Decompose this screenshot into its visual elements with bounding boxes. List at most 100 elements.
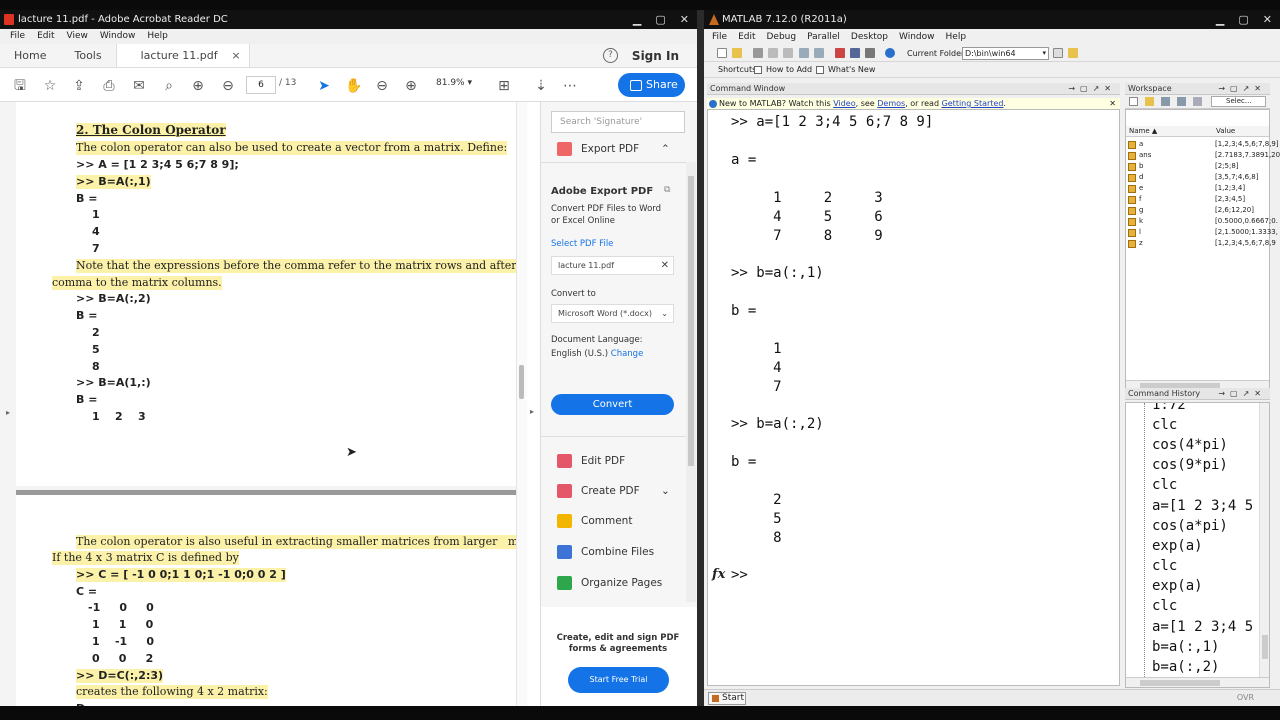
tool-organize-pages[interactable]: Organize Pages bbox=[557, 575, 662, 591]
search-icon[interactable]: ⌕ bbox=[161, 78, 177, 94]
help-icon[interactable]: ? bbox=[602, 48, 618, 63]
select-cursor-icon[interactable]: ➤ bbox=[316, 78, 332, 94]
tab-close-icon[interactable]: × bbox=[231, 44, 240, 68]
tool-combine-files[interactable]: Combine Files bbox=[557, 544, 654, 560]
menu-view[interactable]: View bbox=[67, 29, 88, 44]
save-icon[interactable]: 🖫 bbox=[12, 78, 28, 94]
plot-selector[interactable]: Selec... bbox=[1211, 96, 1266, 107]
menu-file[interactable]: File bbox=[712, 29, 727, 45]
history-item[interactable]: 1:72 bbox=[1152, 403, 1186, 413]
guide-icon[interactable] bbox=[850, 48, 860, 58]
collapse-left-icon[interactable]: ▸ bbox=[6, 408, 10, 417]
history-item[interactable]: a=[1 2 3;4 5 bbox=[1152, 498, 1253, 514]
menu-window[interactable]: Window bbox=[899, 29, 935, 45]
menu-help[interactable]: Help bbox=[147, 29, 168, 44]
tab-home[interactable]: Home bbox=[0, 44, 60, 67]
more-tools-icon[interactable]: ⋯ bbox=[562, 78, 578, 94]
panel-scrollbar-thumb[interactable] bbox=[688, 176, 694, 466]
history-item[interactable]: clc bbox=[1152, 477, 1177, 493]
fit-page-icon[interactable]: ⊞ bbox=[496, 78, 512, 94]
open-folder-icon[interactable] bbox=[732, 48, 742, 58]
cut-icon[interactable] bbox=[753, 48, 763, 58]
add-shortcut-icon[interactable] bbox=[754, 66, 762, 74]
hand-tool-icon[interactable]: ✋ bbox=[345, 78, 362, 94]
share-button[interactable]: Share bbox=[618, 73, 685, 97]
save-workspace-icon[interactable] bbox=[1177, 97, 1186, 106]
close-icon[interactable]: ✕ bbox=[680, 10, 689, 29]
function-browser-icon[interactable]: fx bbox=[712, 567, 725, 582]
redo-icon[interactable] bbox=[814, 48, 824, 58]
browse-button[interactable] bbox=[1053, 48, 1063, 58]
current-folder-input[interactable]: D:\bin\win64 ▾ bbox=[962, 47, 1049, 60]
history-item[interactable]: exp(a) bbox=[1152, 578, 1203, 594]
command-window[interactable]: >> a=[1 2 3;4 5 6;7 8 9] a = 1 2 3 4 5 6… bbox=[707, 109, 1120, 686]
history-item[interactable]: b=a(:,1) bbox=[1152, 639, 1219, 655]
history-item[interactable]: clc bbox=[1152, 558, 1177, 574]
tool-create-pdf[interactable]: Create PDF ⌄ bbox=[557, 483, 670, 499]
history-vscrollbar[interactable] bbox=[1259, 403, 1269, 677]
upload-icon[interactable]: ⇪ bbox=[71, 78, 87, 94]
sign-in-button[interactable]: Sign In bbox=[632, 49, 679, 63]
history-item[interactable]: exp(a) bbox=[1152, 538, 1203, 554]
format-select[interactable]: Microsoft Word (*.docx) ⌄ bbox=[551, 304, 674, 323]
cmd-prompt[interactable]: >> bbox=[731, 567, 748, 583]
undo-icon[interactable] bbox=[799, 48, 809, 58]
document-view[interactable]: 2. The Colon Operator The colon operator… bbox=[0, 102, 527, 706]
value-column-header[interactable]: Value bbox=[1216, 126, 1235, 137]
close-icon[interactable]: ✕ bbox=[1263, 10, 1272, 29]
profiler-icon[interactable] bbox=[865, 48, 875, 58]
selected-file-field[interactable]: lacture 11.pdf ✕ bbox=[551, 256, 674, 275]
help-icon[interactable] bbox=[885, 48, 895, 58]
history-item[interactable]: cos(4*pi) bbox=[1152, 437, 1228, 453]
history-item[interactable]: cos(a*pi) bbox=[1152, 518, 1228, 534]
tab-tools[interactable]: Tools bbox=[60, 44, 115, 67]
folder-up-icon[interactable] bbox=[1068, 48, 1078, 58]
email-icon[interactable]: ✉ bbox=[131, 78, 147, 94]
zoom-out-icon[interactable]: ⊖ bbox=[374, 78, 390, 94]
history-item[interactable]: b=a(:,2) bbox=[1152, 659, 1219, 675]
print-icon[interactable]: ⎙ bbox=[101, 78, 117, 94]
panel-scrollbar[interactable] bbox=[686, 162, 696, 602]
menu-window[interactable]: Window bbox=[100, 29, 136, 44]
panel-controls[interactable]: →▢↗✕ bbox=[1218, 388, 1266, 400]
tab-document[interactable]: lacture 11.pdf × bbox=[115, 44, 250, 68]
panel-controls[interactable]: →▢↗✕ bbox=[1218, 83, 1266, 95]
paste-icon[interactable] bbox=[783, 48, 793, 58]
menu-debug[interactable]: Debug bbox=[767, 29, 797, 45]
copy-icon[interactable] bbox=[768, 48, 778, 58]
document-scrollbar-thumb[interactable] bbox=[519, 365, 524, 399]
whats-new-icon[interactable] bbox=[816, 66, 824, 74]
simulink-icon[interactable] bbox=[835, 48, 845, 58]
expand-panel-icon[interactable]: ▸ bbox=[530, 407, 534, 416]
hscroll-thumb[interactable] bbox=[1140, 680, 1220, 686]
new-file-icon[interactable] bbox=[717, 48, 727, 58]
new-variable-icon[interactable] bbox=[1129, 97, 1138, 106]
convert-button[interactable]: Convert bbox=[551, 394, 674, 415]
history-item[interactable]: clc bbox=[1152, 598, 1177, 614]
menu-desktop[interactable]: Desktop bbox=[851, 29, 888, 45]
select-file-link[interactable]: Select PDF File bbox=[551, 239, 613, 249]
menu-file[interactable]: File bbox=[10, 29, 25, 44]
change-language-link[interactable]: Change bbox=[611, 349, 644, 359]
whats-new-link[interactable]: What's New bbox=[828, 62, 875, 78]
minimize-icon[interactable]: ▁ bbox=[1216, 10, 1224, 29]
start-free-trial-button[interactable]: Start Free Trial bbox=[568, 667, 669, 693]
menu-parallel[interactable]: Parallel bbox=[807, 29, 840, 45]
name-column-header[interactable]: Name ▲ bbox=[1129, 126, 1157, 137]
menu-help[interactable]: Help bbox=[946, 29, 967, 45]
minimize-icon[interactable]: ▁ bbox=[633, 10, 641, 29]
tools-search-input[interactable]: Search 'Signature' bbox=[551, 111, 685, 133]
bookmark-star-icon[interactable]: ☆ bbox=[42, 78, 58, 94]
command-history[interactable]: 1:72 clc cos(4*pi) cos(9*pi) clc a=[1 2 … bbox=[1125, 402, 1270, 688]
open-variable-icon[interactable] bbox=[1145, 97, 1154, 106]
scroll-mode-icon[interactable]: ⇣ bbox=[533, 78, 549, 94]
panel-controls[interactable]: →▢↗✕ bbox=[1068, 83, 1116, 95]
history-item[interactable]: clc bbox=[1152, 417, 1177, 433]
page-down-icon[interactable]: ⊖ bbox=[220, 78, 236, 94]
history-hscrollbar[interactable] bbox=[1126, 677, 1269, 687]
remove-file-icon[interactable]: ✕ bbox=[661, 257, 669, 274]
document-scrollbar[interactable] bbox=[516, 102, 527, 706]
vscroll-thumb[interactable] bbox=[1262, 635, 1268, 659]
maximize-icon[interactable]: ▢ bbox=[655, 10, 665, 29]
history-item[interactable]: cos(9*pi) bbox=[1152, 457, 1228, 473]
